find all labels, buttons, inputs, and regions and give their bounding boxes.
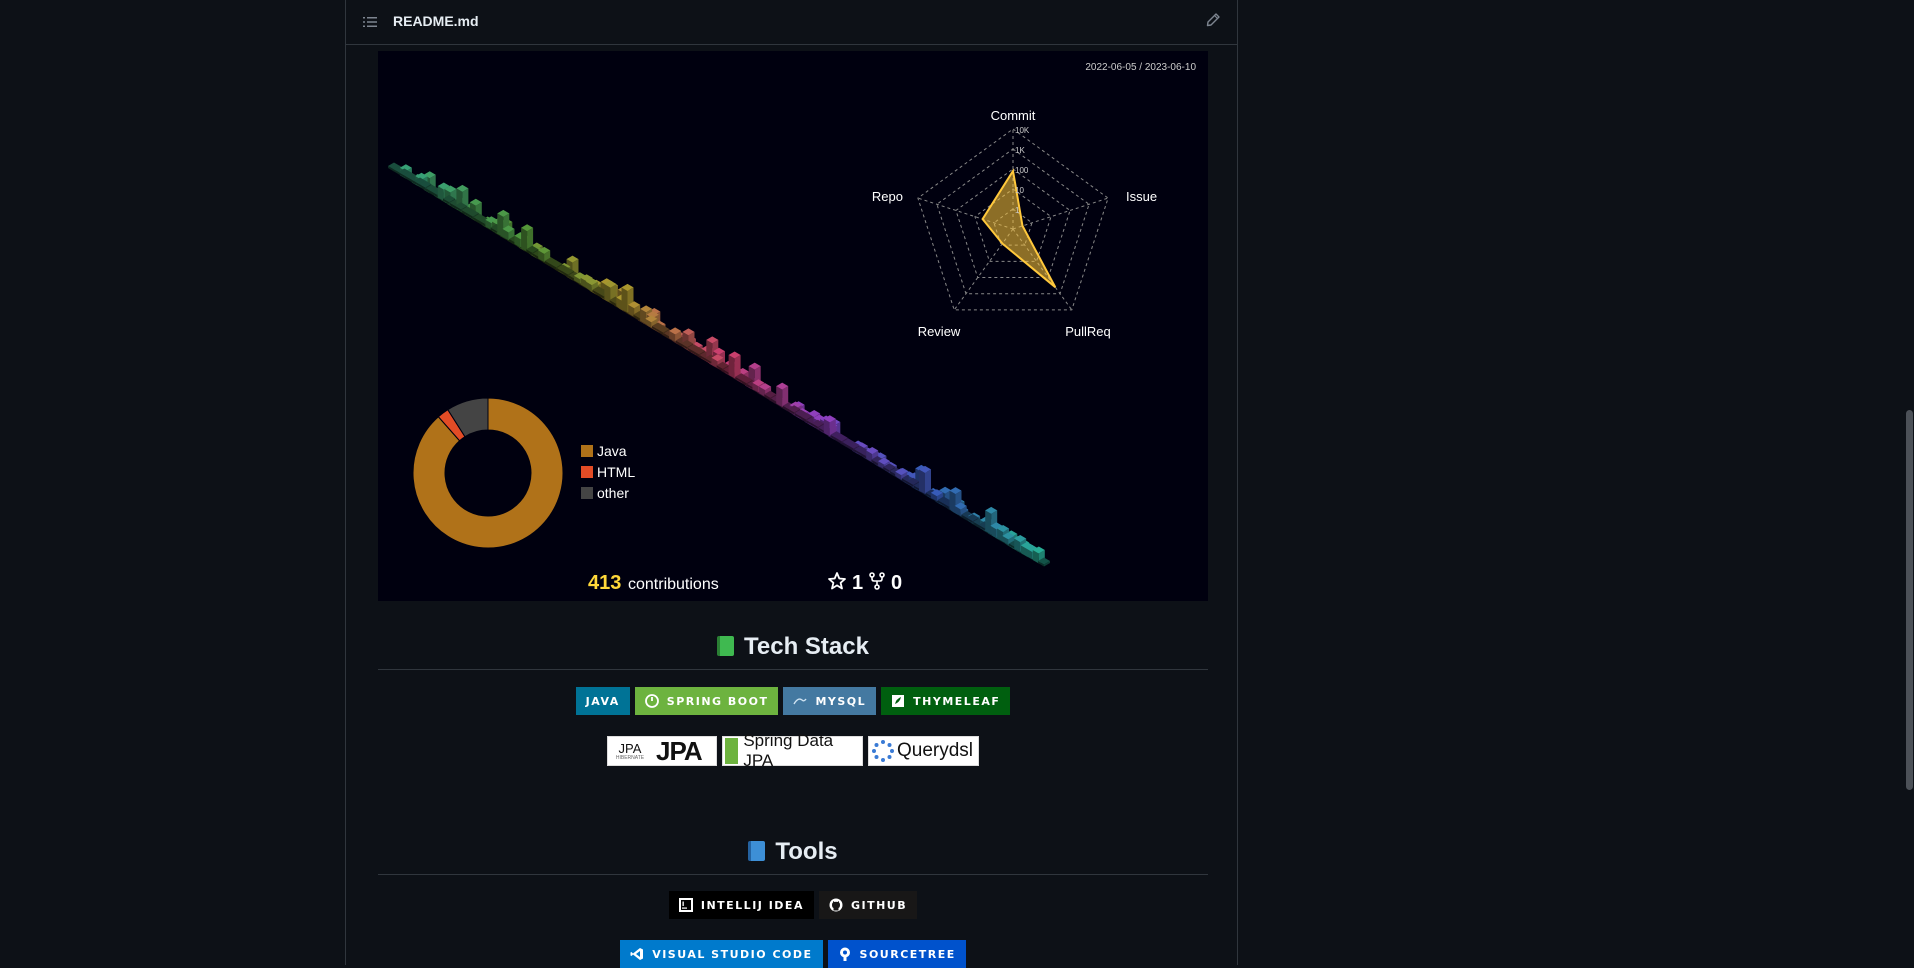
tech-stack-heading: Tech Stack — [378, 633, 1208, 661]
green-book-icon — [717, 636, 735, 656]
pencil-icon[interactable] — [1205, 12, 1221, 28]
language-donut — [412, 397, 564, 549]
blue-book-icon — [748, 841, 766, 861]
mysql-icon — [793, 694, 808, 708]
profile-3d-contrib: 2022-06-05 / 2023-06-10 Commit Issue Pul… — [378, 51, 1208, 601]
tech-stack-title: Tech Stack — [744, 633, 869, 660]
vscode-icon — [630, 947, 644, 961]
java-badge[interactable]: JAVA — [575, 687, 630, 715]
radar-tick: 10K — [1015, 126, 1030, 135]
visual-studio-code-badge[interactable]: VISUAL STUDIO CODE — [620, 940, 823, 968]
tech-badges-row: JAVA SPRING BOOT MYSQL THYMELEAF — [378, 687, 1208, 715]
radar-label-commit: Commit — [991, 108, 1036, 123]
jpa-logo[interactable]: JPA HIBERNATE JPA — [607, 736, 717, 766]
intellij-idea-badge[interactable]: INTELLIJ IDEA — [668, 891, 814, 919]
thymeleaf-icon — [891, 694, 905, 708]
divider — [378, 874, 1208, 875]
sourcetree-icon — [838, 947, 852, 961]
tools-heading: Tools — [378, 838, 1208, 866]
list-icon[interactable] — [362, 14, 378, 30]
radar-tick: 100 — [1015, 166, 1029, 175]
github-icon — [829, 898, 843, 912]
mysql-badge[interactable]: MYSQL — [783, 687, 877, 715]
radar-label-repo: Repo — [872, 189, 903, 204]
tools-title: Tools — [775, 838, 838, 865]
radar-chart: Commit Issue PullReq Review Repo 10K 1K … — [872, 108, 1157, 339]
page-scrollbar[interactable] — [1904, 0, 1914, 965]
sourcetree-badge[interactable]: SOURCETREE — [827, 940, 966, 968]
github-badge[interactable]: GITHUB — [818, 891, 918, 919]
querydsl-logo[interactable]: Querydsl — [868, 736, 979, 766]
scroll-thumb[interactable] — [1906, 410, 1913, 790]
thymeleaf-badge[interactable]: THYMELEAF — [881, 687, 1011, 715]
legend-swatch-java — [581, 445, 593, 457]
radar-tick: 1K — [1015, 146, 1025, 155]
spring-data-icon — [725, 738, 739, 764]
language-legend: Java HTML other — [581, 443, 635, 501]
querydsl-icon — [872, 740, 894, 762]
tools-badges-row-2: VISUAL STUDIO CODE SOURCETREE — [378, 940, 1208, 968]
fork-count: 0 — [891, 572, 902, 594]
spring-data-jpa-logo[interactable]: Spring Data JPA — [722, 731, 863, 770]
radar-tick: 1 — [1015, 206, 1020, 215]
radar-tick: 10 — [1015, 186, 1024, 195]
tools-badges-row-1: INTELLIJ IDEA GITHUB — [378, 891, 1208, 919]
file-name[interactable]: README.md — [393, 13, 479, 29]
spring-boot-badge[interactable]: SPRING BOOT — [634, 687, 779, 715]
fork-icon — [869, 572, 885, 590]
spring-icon — [644, 694, 659, 708]
file-header: README.md — [346, 0, 1237, 45]
legend-label-html: HTML — [597, 464, 635, 480]
legend-label-java: Java — [597, 443, 627, 459]
tech-logos-row: JPA HIBERNATE JPA Spring Data JPA Queryd… — [378, 731, 1208, 770]
star-count: 1 — [852, 572, 863, 594]
intellij-icon — [678, 898, 693, 912]
legend-label-other: other — [597, 485, 629, 501]
contribution-calendar-3d — [388, 162, 1050, 567]
radar-label-issue: Issue — [1126, 189, 1157, 204]
star-icon — [828, 572, 846, 590]
radar-label-review: Review — [918, 324, 961, 339]
contribution-count: 413 — [588, 572, 621, 594]
legend-swatch-html — [581, 466, 593, 478]
readme-panel: README.md 2022-06-05 / 2023-06-10 Commit… — [345, 0, 1238, 968]
divider — [378, 669, 1208, 670]
legend-swatch-other — [581, 487, 593, 499]
contribution-label: contributions — [628, 576, 719, 593]
period-label: 2022-06-05 / 2023-06-10 — [1085, 62, 1196, 73]
radar-label-pullreq: PullReq — [1065, 324, 1111, 339]
